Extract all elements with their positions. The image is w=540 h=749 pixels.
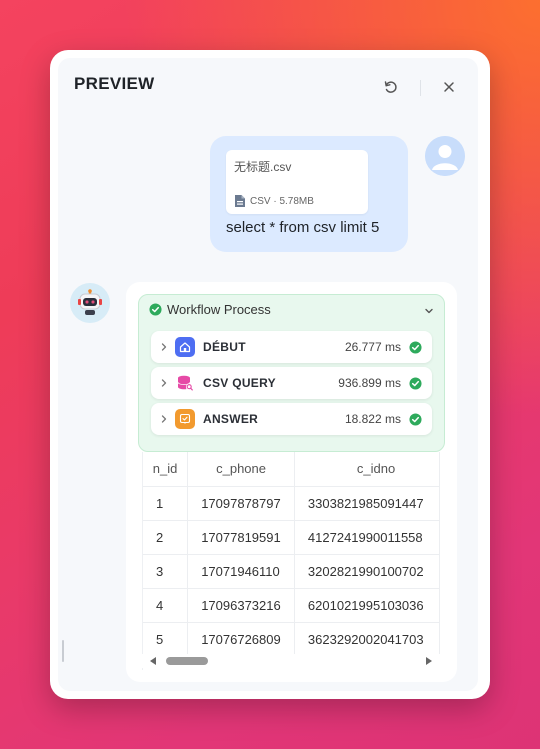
table-row: 5 17076726809 3623292002041703: [143, 622, 440, 657]
answer-icon: [175, 409, 195, 429]
table-cell: 3202821990100702: [294, 554, 440, 589]
workflow-step-answer[interactable]: ANSWER 18.822 ms: [151, 403, 432, 435]
workflow-title: Workflow Process: [167, 302, 271, 317]
table-row: 4 17096373216 6201021995103036: [143, 588, 440, 623]
workflow-panel: Workflow Process DÉBUT 26.777 ms CSV QUE…: [138, 294, 445, 452]
home-icon: [175, 337, 195, 357]
chevron-right-icon: [161, 379, 167, 387]
table-cell: 1: [143, 486, 189, 521]
table-cell: 17071946110: [187, 554, 295, 589]
file-meta-row: CSV · 5.78MB: [234, 194, 314, 208]
step-name: CSV QUERY: [203, 376, 276, 390]
user-message-text: select * from csv limit 5: [226, 219, 380, 236]
file-attachment[interactable]: 无标题.csv CSV · 5.78MB: [226, 150, 368, 214]
preview-panel: PREVIEW 无标题.csv CSV · 5.78MB select * fr…: [50, 50, 490, 699]
file-name: 无标题.csv: [234, 160, 292, 174]
resize-handle[interactable]: [62, 640, 64, 662]
table-cell: 4: [143, 588, 189, 623]
table-cell: 17076726809: [187, 622, 295, 657]
step-name: ANSWER: [203, 412, 259, 426]
table-cell: 6201021995103036: [294, 588, 440, 623]
table-cell: 3623292002041703: [294, 622, 440, 657]
table-cell: 3: [143, 554, 189, 589]
close-button[interactable]: [438, 76, 460, 98]
table-cell: 4127241990011558: [294, 520, 440, 555]
workflow-collapse-toggle[interactable]: [424, 303, 434, 321]
step-time: 26.777 ms: [344, 340, 401, 354]
scrollbar-thumb[interactable]: [166, 657, 208, 665]
chevron-right-icon: [161, 343, 167, 351]
refresh-icon: [384, 81, 397, 93]
table-cell: 3303821985091447: [294, 486, 440, 521]
file-meta: CSV · 5.78MB: [250, 195, 314, 207]
table-row: 3 17071946110 3202821990100702: [143, 554, 440, 589]
success-check-icon: [149, 303, 162, 316]
table-header-row: n_id c_phone c_idno: [143, 452, 440, 487]
bot-avatar: [70, 283, 110, 323]
column-header: c_phone: [187, 452, 295, 487]
column-header: c_idno: [294, 452, 440, 487]
step-time: 18.822 ms: [344, 412, 401, 426]
table-cell: 17097878797: [187, 486, 295, 521]
table-cell: 17077819591: [187, 520, 295, 555]
database-icon: [175, 373, 195, 393]
robot-icon: [78, 289, 102, 315]
chevron-right-icon: [161, 415, 167, 423]
workflow-step-csv-query[interactable]: CSV QUERY 936.899 ms: [151, 367, 432, 399]
page-title: PREVIEW: [74, 74, 155, 93]
column-header: n_id: [143, 452, 189, 487]
preview-content: PREVIEW 无标题.csv CSV · 5.78MB select * fr…: [58, 58, 478, 691]
file-icon: [235, 195, 245, 207]
success-check-icon: [409, 376, 422, 390]
scroll-right-arrow-icon[interactable]: [426, 657, 432, 665]
success-check-icon: [409, 412, 422, 426]
header: PREVIEW: [58, 58, 478, 114]
workflow-header: Workflow Process: [149, 302, 271, 317]
close-icon: [444, 82, 454, 92]
horizontal-scrollbar[interactable]: [142, 654, 440, 668]
table-cell: 5: [143, 622, 189, 657]
chevron-down-icon: [425, 308, 433, 314]
scroll-left-arrow-icon[interactable]: [150, 657, 156, 665]
user-message: 无标题.csv CSV · 5.78MB select * from csv l…: [210, 136, 408, 252]
table-cell: 2: [143, 520, 189, 555]
table-row: 2 17077819591 4127241990011558: [143, 520, 440, 555]
result-table: n_id c_phone c_idno 1 17097878797 330382…: [143, 452, 440, 657]
header-divider: [420, 80, 421, 96]
step-name: DÉBUT: [203, 340, 246, 354]
bot-response: Workflow Process DÉBUT 26.777 ms CSV QUE…: [126, 282, 457, 682]
user-avatar-icon: [425, 136, 465, 176]
success-check-icon: [409, 340, 422, 354]
workflow-step-debut[interactable]: DÉBUT 26.777 ms: [151, 331, 432, 363]
table-row: 1 17097878797 3303821985091447: [143, 486, 440, 521]
user-avatar: [425, 136, 465, 176]
step-time: 936.899 ms: [338, 376, 401, 390]
result-table-container[interactable]: n_id c_phone c_idno 1 17097878797 330382…: [142, 452, 440, 670]
table-cell: 17096373216: [187, 588, 295, 623]
refresh-button[interactable]: [380, 76, 402, 98]
